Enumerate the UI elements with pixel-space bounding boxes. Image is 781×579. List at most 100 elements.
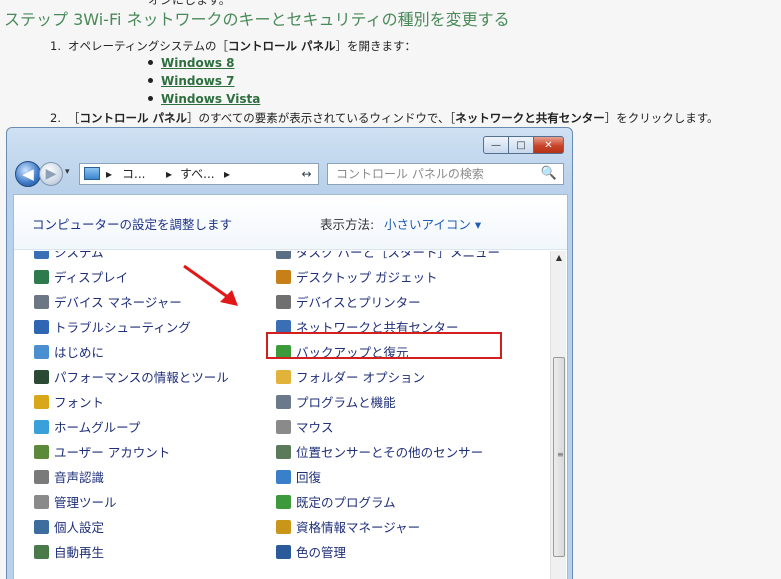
- display-icon: [34, 270, 49, 284]
- search-placeholder: コントロール パネルの検索: [336, 167, 484, 181]
- gadgets-icon: [276, 270, 291, 284]
- control-panel-item-label: 自動再生: [54, 545, 105, 560]
- maximize-button[interactable]: □: [509, 136, 534, 154]
- homegroup-icon: [34, 420, 49, 434]
- control-panel-item[interactable]: パフォーマンスの情報とツール: [34, 367, 229, 389]
- link-windows-8[interactable]: Windows 8: [161, 56, 234, 70]
- control-panel-item-label: プログラムと機能: [296, 395, 396, 410]
- control-panel-item[interactable]: デバイス マネージャー: [34, 292, 182, 314]
- control-panel-item-label: ホームグループ: [54, 420, 141, 435]
- step-2-text-mid: ］のすべての要素が表示されているウィンドウで、［: [187, 111, 456, 125]
- control-panel-item[interactable]: 既定のプログラム: [276, 492, 396, 514]
- step-2-text-post: ］をクリックします。: [604, 111, 719, 125]
- control-panel-item[interactable]: フォルダー オプション: [276, 367, 425, 389]
- control-panel-item-label: 色の管理: [296, 545, 347, 560]
- search-input[interactable]: コントロール パネルの検索 🔍: [327, 163, 564, 185]
- control-panel-item[interactable]: はじめに: [34, 342, 104, 364]
- control-panel-item[interactable]: ディスプレイ: [34, 267, 128, 289]
- back-button[interactable]: ◀: [15, 161, 41, 187]
- os-list-item: Windows 8: [148, 54, 260, 72]
- bullet-dot: [148, 96, 153, 101]
- control-panel-item[interactable]: デバイスとプリンター: [276, 292, 421, 314]
- control-panel-item[interactable]: デスクトップ ガジェット: [276, 267, 437, 289]
- getting-started-icon: [34, 345, 49, 359]
- control-panel-item-label: マウス: [296, 420, 334, 435]
- mouse-icon: [276, 420, 291, 434]
- devices-printers-icon: [276, 295, 291, 309]
- breadcrumb-control-panel[interactable]: コ...: [122, 164, 145, 184]
- control-panel-item[interactable]: 位置センサーとその他のセンサー: [276, 442, 483, 464]
- highlight-box: [266, 332, 502, 359]
- view-by-label: 表示方法:: [320, 217, 375, 232]
- step-1-number: 1.: [50, 39, 61, 53]
- recovery-icon: [276, 470, 291, 484]
- control-panel-item[interactable]: 資格情報マネージャー: [276, 517, 420, 539]
- breadcrumb-separator[interactable]: ▸: [224, 164, 230, 184]
- search-icon[interactable]: 🔍: [541, 164, 557, 184]
- control-panel-item-label: 既定のプログラム: [296, 495, 396, 510]
- control-panel-item[interactable]: 音声認識: [34, 467, 104, 489]
- link-windows-7[interactable]: Windows 7: [161, 74, 234, 88]
- scroll-thumb[interactable]: ≡: [553, 357, 565, 557]
- control-panel-item-label: フォルダー オプション: [296, 370, 425, 385]
- sensor-icon: [276, 445, 291, 459]
- step-1-text-post: ］を開きます：: [335, 39, 416, 53]
- control-panel-item[interactable]: タスク バーと［スタート］メニュー: [276, 251, 500, 264]
- control-panel-item[interactable]: 個人設定: [34, 517, 104, 539]
- control-panel-item[interactable]: 管理ツール: [34, 492, 117, 514]
- control-panel-item-label: デバイス マネージャー: [54, 295, 182, 310]
- admin-tools-icon: [34, 495, 49, 509]
- control-panel-item[interactable]: マウス: [276, 417, 334, 439]
- step-1-bold: コントロール パネル: [227, 39, 336, 53]
- personalization-icon: [34, 520, 49, 534]
- control-panel-item[interactable]: 色の管理: [276, 542, 346, 564]
- speech-icon: [34, 470, 49, 484]
- recent-pages-dropdown[interactable]: ▾: [65, 167, 70, 177]
- control-panel-item-label: はじめに: [54, 345, 105, 360]
- address-bar[interactable]: ▸ コ... ▸ すべ... ▸ ▾: [79, 163, 317, 185]
- control-panel-item-label: 資格情報マネージャー: [296, 520, 421, 535]
- control-panel-item-label: 回復: [296, 470, 322, 485]
- scroll-up-arrow[interactable]: ▲: [551, 253, 567, 262]
- window-controls: — □ ✕: [483, 136, 564, 154]
- control-panel-item[interactable]: フォント: [34, 392, 104, 414]
- control-panel-icon: [84, 167, 100, 180]
- programs-icon: [276, 395, 291, 409]
- control-panel-item-label: ユーザー アカウント: [54, 445, 171, 460]
- step-2-number: 2.: [50, 111, 61, 125]
- content-header: コンピューターの設定を調整します 表示方法: 小さいアイコン ▾: [14, 195, 567, 250]
- color-management-icon: [276, 545, 291, 559]
- fonts-icon: [34, 395, 49, 409]
- forward-button[interactable]: ▶: [39, 162, 63, 186]
- vertical-scrollbar[interactable]: ▲ ≡: [550, 251, 566, 579]
- step-1-text-pre: オペレーティングシステムの［: [68, 39, 228, 53]
- control-panel-item[interactable]: ホームグループ: [34, 417, 140, 439]
- breadcrumb-separator[interactable]: ▸: [166, 164, 172, 184]
- breadcrumb-all-items[interactable]: すべ...: [180, 164, 215, 184]
- control-panel-item-label: 音声認識: [54, 470, 105, 485]
- control-panel-item-label: タスク バーと［スタート］メニュー: [296, 251, 500, 260]
- control-panel-window: — □ ✕ ◀ ▶ ▾ ▸ コ... ▸ すべ... ▸ ▾ ↔ コントロール …: [6, 127, 573, 579]
- user-accounts-icon: [34, 445, 49, 459]
- control-panel-item-label: 管理ツール: [54, 495, 117, 510]
- control-panel-item[interactable]: トラブルシューティング: [34, 317, 191, 339]
- bullet-dot: [148, 60, 153, 65]
- control-panel-item-label: ディスプレイ: [54, 270, 129, 285]
- control-panel-item[interactable]: ユーザー アカウント: [34, 442, 170, 464]
- control-panel-item[interactable]: 回復: [276, 467, 321, 489]
- close-button[interactable]: ✕: [534, 136, 564, 154]
- refresh-button[interactable]: ↔: [295, 163, 319, 185]
- control-panel-item-label: フォント: [54, 395, 105, 410]
- link-windows-vista[interactable]: Windows Vista: [161, 92, 260, 106]
- control-panel-item[interactable]: 自動再生: [34, 542, 104, 564]
- control-panel-item-label: トラブルシューティング: [54, 320, 191, 335]
- step-2-bold-1: コントロール パネル: [79, 111, 188, 125]
- step-heading: ステップ 3Wi-Fi ネットワークのキーとセキュリティの種別を変更する: [4, 10, 510, 29]
- view-by-dropdown[interactable]: 小さいアイコン ▾: [384, 214, 481, 233]
- breadcrumb-separator[interactable]: ▸: [106, 164, 112, 184]
- control-panel-item[interactable]: システム: [34, 251, 104, 264]
- minimize-button[interactable]: —: [483, 136, 509, 154]
- control-panel-item[interactable]: プログラムと機能: [276, 392, 396, 414]
- device-manager-icon: [34, 295, 49, 309]
- step-2-text-pre: ［: [68, 111, 80, 125]
